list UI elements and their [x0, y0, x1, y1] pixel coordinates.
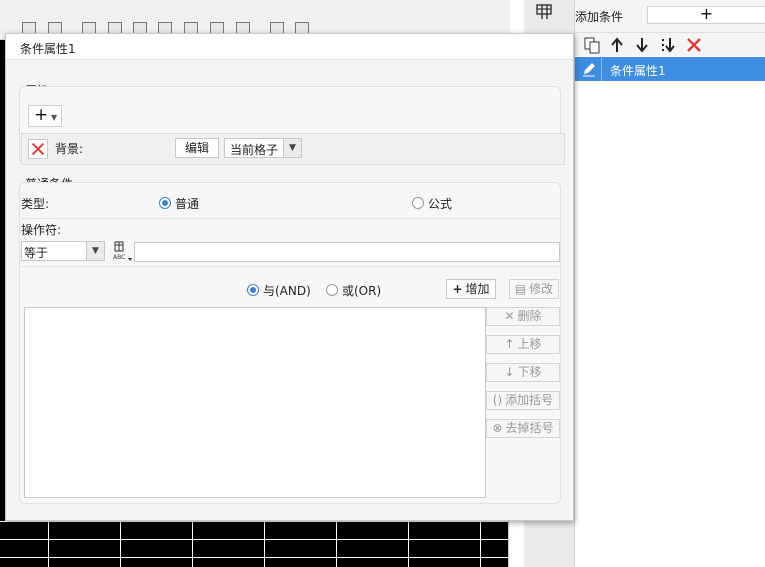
copy-icon[interactable]: [583, 36, 601, 54]
svg-text:ABC: ABC: [113, 254, 125, 261]
edit-button[interactable]: 编辑: [175, 138, 219, 158]
divider: [21, 266, 561, 267]
condition-toolbar: [575, 32, 765, 56]
move-up-button-label: 上移: [517, 337, 542, 351]
chevron-down-icon: ▼: [283, 139, 301, 157]
dialog-title-bar[interactable]: 条件属性1: [6, 34, 573, 60]
operator-select-value: 等于: [24, 246, 49, 260]
background-label: 背景:: [55, 142, 84, 156]
item-separator: [601, 57, 602, 81]
add-condition-label: 添加条件: [575, 10, 624, 24]
logic-or-radio[interactable]: [326, 284, 338, 296]
type-label: 类型:: [21, 197, 50, 211]
condition-attribute-dialog: 条件属性1 属性: + ▼ 背景: 编辑 当前格子 ▼ 普通条件 类型: 普通 …: [5, 33, 574, 521]
condition-value-input[interactable]: [134, 242, 560, 262]
logic-and-radio[interactable]: [247, 284, 259, 296]
add-button-label: 增加: [465, 282, 490, 296]
close-icon: ✕: [504, 309, 515, 323]
condition-attribute-icon[interactable]: [536, 4, 552, 20]
operator-label: 操作符:: [21, 223, 62, 237]
condition-item-label: 条件属性1: [610, 64, 666, 78]
add-button[interactable]: + 增加: [446, 279, 496, 299]
remove-bracket-button-label: 去掉括号: [505, 421, 554, 435]
dialog-title: 条件属性1: [20, 42, 76, 56]
arrow-up-icon: ↑: [504, 337, 515, 351]
value-type-icon[interactable]: ABC: [111, 240, 133, 262]
modify-button-label: 修改: [529, 282, 554, 296]
type-formula-radio[interactable]: [412, 197, 424, 209]
add-condition-button[interactable]: +: [647, 6, 765, 24]
operator-select[interactable]: 等于 ▼: [21, 241, 105, 261]
delete-icon[interactable]: [685, 36, 703, 54]
logic-and-label[interactable]: 与(AND): [263, 282, 311, 299]
condition-panel: 添加条件 + 条件属性1: [574, 0, 765, 567]
add-bracket-button-label: 添加括号: [505, 393, 554, 407]
modify-button[interactable]: ▤ 修改: [509, 279, 559, 299]
remove-bracket-button[interactable]: ⊗ 去掉括号: [486, 419, 560, 438]
delete-button[interactable]: ✕ 删除: [486, 307, 560, 326]
type-normal-radio[interactable]: [159, 197, 171, 209]
move-down-button[interactable]: ↓ 下移: [486, 363, 560, 382]
type-normal-label[interactable]: 普通: [175, 195, 199, 212]
move-up-icon[interactable]: [608, 36, 626, 54]
condition-list-item[interactable]: 条件属性1: [575, 57, 765, 81]
bracket-icon: (): [492, 393, 503, 407]
scope-select-value: 当前格子: [230, 143, 279, 157]
arrow-down-icon: ↓: [504, 365, 515, 379]
condition-expression-list[interactable]: [24, 307, 486, 498]
modify-icon: ▤: [514, 282, 527, 296]
type-formula-label[interactable]: 公式: [428, 195, 452, 212]
move-down-icon[interactable]: [633, 36, 651, 54]
edit-pencil-icon: [583, 63, 595, 77]
chevron-down-icon: ▼: [86, 242, 104, 260]
condition-panel-header: 添加条件 +: [575, 0, 765, 32]
remove-attribute-button[interactable]: [28, 139, 48, 159]
chevron-down-icon: ▼: [51, 113, 58, 122]
add-attribute-button[interactable]: + ▼: [28, 105, 62, 127]
divider: [21, 218, 561, 219]
move-bottom-icon[interactable]: [659, 36, 677, 54]
move-down-button-label: 下移: [517, 365, 542, 379]
remove-bracket-icon: ⊗: [492, 421, 503, 435]
plus-icon: +: [452, 282, 463, 296]
add-bracket-button[interactable]: () 添加括号: [486, 391, 560, 410]
delete-button-label: 删除: [517, 309, 542, 323]
plus-icon: +: [34, 105, 49, 125]
scope-select[interactable]: 当前格子 ▼: [224, 138, 302, 158]
move-up-button[interactable]: ↑ 上移: [486, 335, 560, 354]
logic-or-label[interactable]: 或(OR): [342, 282, 381, 299]
